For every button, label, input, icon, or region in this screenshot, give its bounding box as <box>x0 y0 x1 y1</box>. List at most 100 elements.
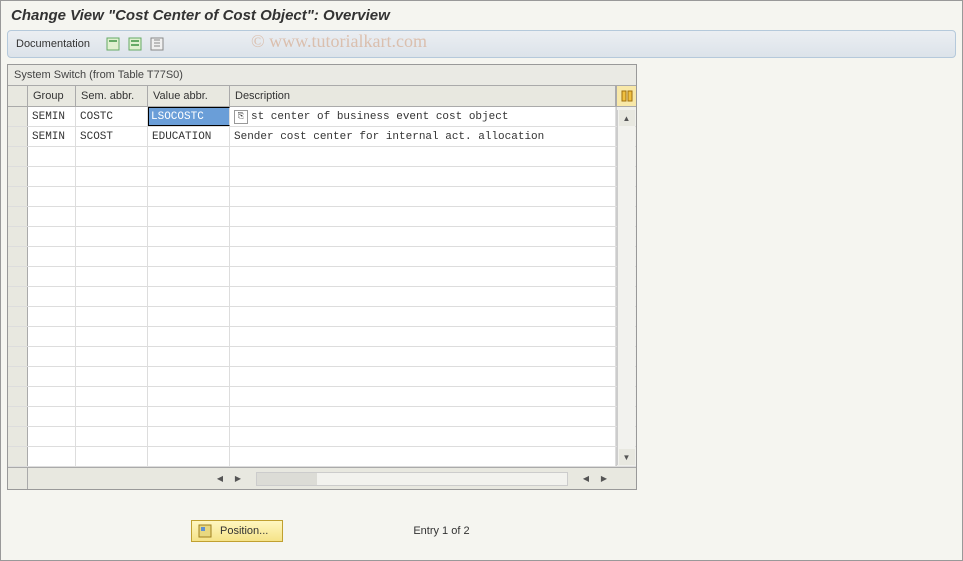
cell-desc[interactable] <box>230 387 616 406</box>
position-button[interactable]: Position... <box>191 520 283 542</box>
cell-group[interactable] <box>28 227 76 246</box>
row-selector[interactable] <box>8 247 28 266</box>
cell-value[interactable] <box>148 207 230 226</box>
cell-value[interactable] <box>148 427 230 446</box>
cell-group[interactable]: SEMIN <box>28 127 76 146</box>
cell-sem[interactable] <box>76 427 148 446</box>
cell-desc[interactable] <box>230 447 616 466</box>
hscroll-track[interactable] <box>256 472 568 486</box>
row-selector[interactable] <box>8 387 28 406</box>
cell-desc[interactable] <box>230 327 616 346</box>
hscroll-thumb[interactable] <box>257 473 317 485</box>
cell-group[interactable] <box>28 247 76 266</box>
cell-sem[interactable] <box>76 407 148 426</box>
cell-desc[interactable] <box>230 427 616 446</box>
cell-desc[interactable] <box>230 147 616 166</box>
cell-value[interactable] <box>148 347 230 366</box>
cell-group[interactable] <box>28 447 76 466</box>
scroll-down-icon[interactable]: ▼ <box>619 449 635 465</box>
cell-value[interactable] <box>148 367 230 386</box>
cell-sem[interactable] <box>76 267 148 286</box>
column-header-desc[interactable]: Description <box>230 86 616 106</box>
vertical-scrollbar[interactable]: ▲ ▼ <box>617 110 635 465</box>
cell-desc[interactable] <box>230 407 616 426</box>
cell-sem[interactable] <box>76 347 148 366</box>
row-selector[interactable] <box>8 107 28 126</box>
cell-value[interactable] <box>148 247 230 266</box>
cell-value[interactable] <box>148 287 230 306</box>
cell-value[interactable] <box>148 147 230 166</box>
cell-sem[interactable]: SCOST <box>76 127 148 146</box>
row-selector[interactable] <box>8 407 28 426</box>
row-selector[interactable] <box>8 287 28 306</box>
cell-group[interactable] <box>28 387 76 406</box>
cell-sem[interactable]: COSTC <box>76 107 148 126</box>
cell-sem[interactable] <box>76 387 148 406</box>
cell-value[interactable] <box>148 307 230 326</box>
cell-value[interactable] <box>148 387 230 406</box>
column-header-group[interactable]: Group <box>28 86 76 106</box>
cell-group[interactable] <box>28 267 76 286</box>
cell-group[interactable] <box>28 427 76 446</box>
cell-desc[interactable] <box>230 287 616 306</box>
cell-value[interactable] <box>148 447 230 466</box>
cell-sem[interactable] <box>76 367 148 386</box>
row-selector[interactable] <box>8 127 28 146</box>
cell-group[interactable] <box>28 327 76 346</box>
cell-group[interactable] <box>28 207 76 226</box>
cell-group[interactable] <box>28 407 76 426</box>
cell-sem[interactable] <box>76 207 148 226</box>
cell-value[interactable] <box>148 407 230 426</box>
cell-value[interactable] <box>148 187 230 206</box>
toolbar-action2-icon[interactable] <box>126 35 144 53</box>
cell-sem[interactable] <box>76 227 148 246</box>
cell-desc[interactable]: ⎘st center of business event cost object <box>230 107 616 126</box>
cell-sem[interactable] <box>76 287 148 306</box>
cell-value[interactable]: LSOCOSTC <box>148 107 230 126</box>
cell-desc[interactable] <box>230 227 616 246</box>
cell-desc[interactable]: Sender cost center for internal act. all… <box>230 127 616 146</box>
table-settings-icon[interactable] <box>616 86 636 106</box>
cell-group[interactable] <box>28 307 76 326</box>
cell-desc[interactable] <box>230 207 616 226</box>
cell-desc[interactable] <box>230 347 616 366</box>
column-header-value[interactable]: Value abbr. <box>148 86 230 106</box>
cell-sem[interactable] <box>76 147 148 166</box>
documentation-button[interactable]: Documentation <box>16 38 90 50</box>
row-selector[interactable] <box>8 447 28 466</box>
cell-desc[interactable] <box>230 187 616 206</box>
row-selector[interactable] <box>8 327 28 346</box>
scroll-right-end-icon[interactable]: ▶ <box>596 471 612 487</box>
row-selector[interactable] <box>8 227 28 246</box>
scroll-left-icon[interactable]: ▶ <box>230 471 246 487</box>
scroll-up-icon[interactable]: ▲ <box>619 110 635 126</box>
cell-sem[interactable] <box>76 187 148 206</box>
search-help-icon[interactable]: ⎘ <box>234 110 248 124</box>
cell-sem[interactable] <box>76 247 148 266</box>
cell-value[interactable] <box>148 327 230 346</box>
cell-value[interactable] <box>148 167 230 186</box>
row-selector[interactable] <box>8 367 28 386</box>
cell-sem[interactable] <box>76 327 148 346</box>
toolbar-action1-icon[interactable] <box>104 35 122 53</box>
cell-desc[interactable] <box>230 167 616 186</box>
column-header-sem[interactable]: Sem. abbr. <box>76 86 148 106</box>
row-selector[interactable] <box>8 307 28 326</box>
scroll-right-icon[interactable]: ◀ <box>578 471 594 487</box>
row-selector[interactable] <box>8 207 28 226</box>
cell-desc[interactable] <box>230 247 616 266</box>
cell-value[interactable] <box>148 267 230 286</box>
cell-group[interactable]: SEMIN <box>28 107 76 126</box>
cell-desc[interactable] <box>230 367 616 386</box>
cell-group[interactable] <box>28 287 76 306</box>
cell-sem[interactable] <box>76 167 148 186</box>
cell-desc[interactable] <box>230 267 616 286</box>
cell-group[interactable] <box>28 367 76 386</box>
cell-desc[interactable] <box>230 307 616 326</box>
cell-group[interactable] <box>28 347 76 366</box>
cell-group[interactable] <box>28 167 76 186</box>
cell-sem[interactable] <box>76 307 148 326</box>
cell-value[interactable] <box>148 227 230 246</box>
row-selector[interactable] <box>8 147 28 166</box>
row-selector[interactable] <box>8 347 28 366</box>
